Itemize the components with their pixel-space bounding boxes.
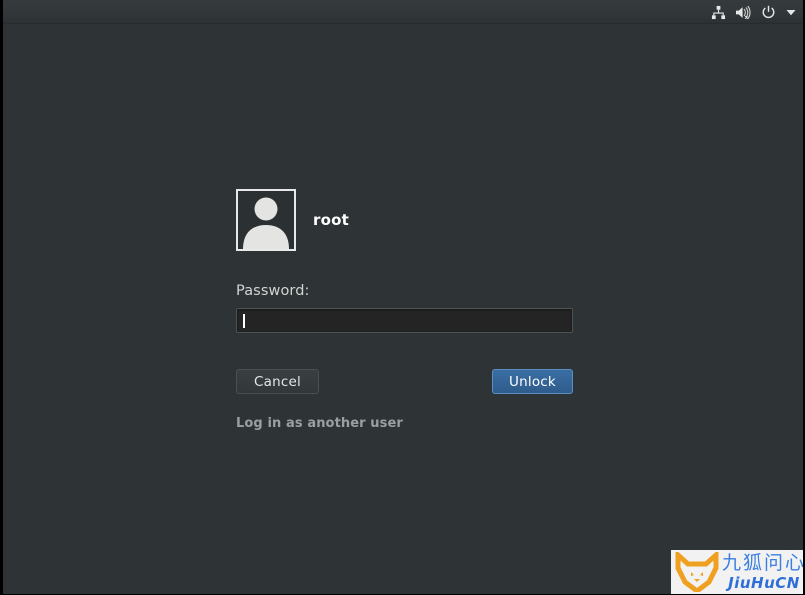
username-label: root (313, 211, 349, 229)
svg-text:x: x (745, 15, 749, 20)
text-cursor (243, 313, 245, 328)
watermark-text: 九狐问心 JiuHuCN (722, 551, 805, 592)
power-icon[interactable] (761, 0, 776, 24)
cancel-button[interactable]: Cancel (236, 369, 319, 394)
system-tray: x (711, 0, 797, 24)
chevron-down-icon[interactable] (785, 0, 797, 24)
lock-screen: x root Password: Cancel Unlock Log in as… (0, 0, 805, 595)
dialog-buttons: Cancel Unlock (236, 369, 576, 394)
unlock-button[interactable]: Unlock (492, 369, 573, 394)
user-avatar-icon (243, 197, 289, 249)
watermark-en-text: JiuHuCN (728, 573, 800, 592)
watermark-cn-text: 九狐问心 (722, 551, 805, 574)
avatar (236, 189, 296, 251)
volume-muted-icon[interactable]: x (735, 0, 752, 24)
user-row: root (236, 188, 576, 252)
watermark: 九狐问心 JiuHuCN (671, 550, 805, 594)
fox-logo-icon (675, 552, 719, 592)
password-input[interactable] (236, 308, 573, 333)
network-icon[interactable] (711, 0, 726, 24)
login-as-another-user-link[interactable]: Log in as another user (236, 416, 403, 431)
password-label: Password: (236, 283, 310, 299)
top-panel: x (3, 0, 803, 24)
unlock-dialog: root Password: Cancel Unlock Log in as a… (236, 188, 576, 431)
